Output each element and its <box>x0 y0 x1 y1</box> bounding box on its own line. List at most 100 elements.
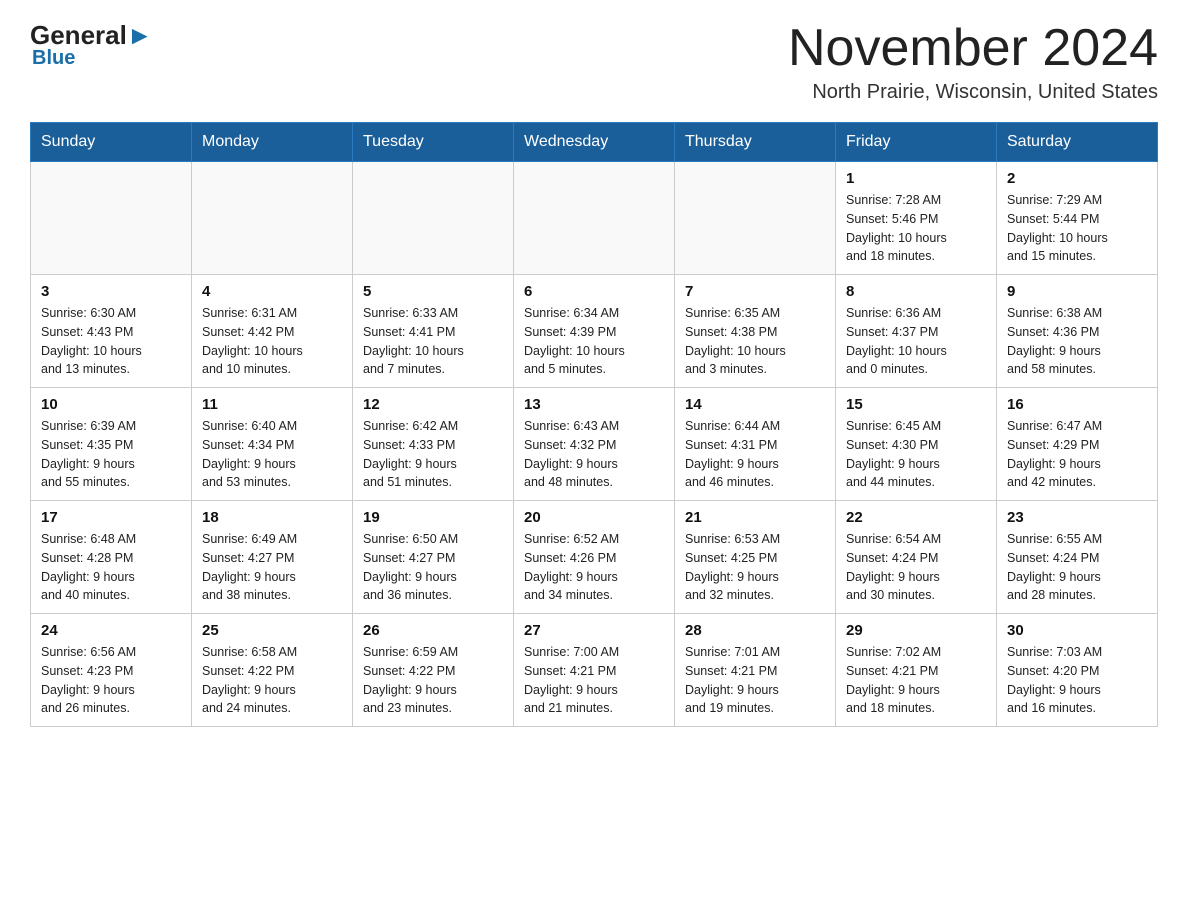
calendar-cell: 24Sunrise: 6:56 AMSunset: 4:23 PMDayligh… <box>31 614 192 727</box>
day-number: 21 <box>685 509 825 526</box>
day-number: 20 <box>524 509 664 526</box>
day-info: Sunrise: 6:43 AMSunset: 4:32 PMDaylight:… <box>524 417 664 492</box>
calendar-cell: 1Sunrise: 7:28 AMSunset: 5:46 PMDaylight… <box>836 162 997 275</box>
calendar-cell: 4 Sunrise: 6:31 AMSunset: 4:42 PMDaylight… <box>192 275 353 388</box>
day-number: 27 <box>524 622 664 639</box>
calendar-cell: 23Sunrise: 6:55 AMSunset: 4:24 PMDayligh… <box>997 501 1158 614</box>
day-number: 18 <box>202 509 342 526</box>
col-header-sunday: Sunday <box>31 123 192 162</box>
col-header-tuesday: Tuesday <box>353 123 514 162</box>
day-number: 5 <box>363 283 503 300</box>
day-number: 6 <box>524 283 664 300</box>
calendar-cell: 12 Sunrise: 6:42 AMSunset: 4:33 PMDayligh… <box>353 388 514 501</box>
day-number: 29 <box>846 622 986 639</box>
col-header-thursday: Thursday <box>675 123 836 162</box>
day-number: 28 <box>685 622 825 639</box>
calendar-week-row: 1Sunrise: 7:28 AMSunset: 5:46 PMDaylight… <box>31 162 1158 275</box>
logo-blue-label: Blue <box>32 47 75 70</box>
day-number: 26 <box>363 622 503 639</box>
day-number: 2 <box>1007 170 1147 187</box>
calendar-cell: 16Sunrise: 6:47 AMSunset: 4:29 PMDayligh… <box>997 388 1158 501</box>
day-info: Sunrise: 6:30 AMSunset: 4:43 PMDaylight:… <box>41 304 181 379</box>
calendar-cell: 17Sunrise: 6:48 AMSunset: 4:28 PMDayligh… <box>31 501 192 614</box>
day-number: 22 <box>846 509 986 526</box>
day-info: Sunrise: 6:36 AMSunset: 4:37 PMDaylight:… <box>846 304 986 379</box>
day-number: 30 <box>1007 622 1147 639</box>
title-block: November 2024 North Prairie, Wisconsin, … <box>788 20 1158 104</box>
calendar-cell: 7 Sunrise: 6:35 AMSunset: 4:38 PMDaylight… <box>675 275 836 388</box>
calendar-week-row: 10 Sunrise: 6:39 AMSunset: 4:35 PMDayligh… <box>31 388 1158 501</box>
calendar-cell: 15 Sunrise: 6:45 AMSunset: 4:30 PMDayligh… <box>836 388 997 501</box>
day-number: 15 <box>846 396 986 413</box>
calendar-cell: 18Sunrise: 6:49 AMSunset: 4:27 PMDayligh… <box>192 501 353 614</box>
calendar-cell: 29 Sunrise: 7:02 AMSunset: 4:21 PMDayligh… <box>836 614 997 727</box>
calendar-cell: 22Sunrise: 6:54 AMSunset: 4:24 PMDayligh… <box>836 501 997 614</box>
calendar-header-row: SundayMondayTuesdayWednesdayThursdayFrid… <box>31 123 1158 162</box>
day-number: 14 <box>685 396 825 413</box>
day-info: Sunrise: 6:34 AMSunset: 4:39 PMDaylight:… <box>524 304 664 379</box>
calendar-cell: 13 Sunrise: 6:43 AMSunset: 4:32 PMDayligh… <box>514 388 675 501</box>
day-info: Sunrise: 6:59 AMSunset: 4:22 PMDaylight:… <box>363 643 503 718</box>
day-info: Sunrise: 6:33 AMSunset: 4:41 PMDaylight:… <box>363 304 503 379</box>
col-header-saturday: Saturday <box>997 123 1158 162</box>
calendar-cell: 21 Sunrise: 6:53 AMSunset: 4:25 PMDayligh… <box>675 501 836 614</box>
calendar-cell <box>514 162 675 275</box>
day-number: 4 <box>202 283 342 300</box>
col-header-friday: Friday <box>836 123 997 162</box>
calendar-cell <box>192 162 353 275</box>
day-info: Sunrise: 6:53 AMSunset: 4:25 PMDaylight:… <box>685 530 825 605</box>
calendar-cell <box>675 162 836 275</box>
day-number: 13 <box>524 396 664 413</box>
day-number: 25 <box>202 622 342 639</box>
day-info: Sunrise: 7:00 AMSunset: 4:21 PMDaylight:… <box>524 643 664 718</box>
day-info: Sunrise: 6:56 AMSunset: 4:23 PMDaylight:… <box>41 643 181 718</box>
location-subtitle: North Prairie, Wisconsin, United States <box>788 81 1158 104</box>
calendar-cell: 9 Sunrise: 6:38 AMSunset: 4:36 PMDaylight… <box>997 275 1158 388</box>
calendar-cell: 30 Sunrise: 7:03 AMSunset: 4:20 PMDayligh… <box>997 614 1158 727</box>
calendar-cell: 5 Sunrise: 6:33 AMSunset: 4:41 PMDaylight… <box>353 275 514 388</box>
day-info: Sunrise: 6:35 AMSunset: 4:38 PMDaylight:… <box>685 304 825 379</box>
day-info: Sunrise: 6:42 AMSunset: 4:33 PMDaylight:… <box>363 417 503 492</box>
calendar-cell: 20 Sunrise: 6:52 AMSunset: 4:26 PMDayligh… <box>514 501 675 614</box>
calendar-cell: 28 Sunrise: 7:01 AMSunset: 4:21 PMDayligh… <box>675 614 836 727</box>
day-info: Sunrise: 6:58 AMSunset: 4:22 PMDaylight:… <box>202 643 342 718</box>
page-header: General ► Blue November 2024 North Prair… <box>30 20 1158 104</box>
month-title: November 2024 <box>788 20 1158 77</box>
logo: General ► Blue <box>30 20 153 70</box>
day-info: Sunrise: 7:03 AMSunset: 4:20 PMDaylight:… <box>1007 643 1147 718</box>
calendar-week-row: 24Sunrise: 6:56 AMSunset: 4:23 PMDayligh… <box>31 614 1158 727</box>
calendar-cell <box>31 162 192 275</box>
calendar-cell: 27 Sunrise: 7:00 AMSunset: 4:21 PMDayligh… <box>514 614 675 727</box>
day-info: Sunrise: 6:48 AMSunset: 4:28 PMDaylight:… <box>41 530 181 605</box>
logo-blue-text: ► <box>127 20 153 51</box>
day-number: 7 <box>685 283 825 300</box>
calendar-cell: 8Sunrise: 6:36 AMSunset: 4:37 PMDaylight… <box>836 275 997 388</box>
day-number: 19 <box>363 509 503 526</box>
day-info: Sunrise: 6:31 AMSunset: 4:42 PMDaylight:… <box>202 304 342 379</box>
col-header-monday: Monday <box>192 123 353 162</box>
day-info: Sunrise: 6:52 AMSunset: 4:26 PMDaylight:… <box>524 530 664 605</box>
day-info: Sunrise: 6:38 AMSunset: 4:36 PMDaylight:… <box>1007 304 1147 379</box>
day-info: Sunrise: 6:55 AMSunset: 4:24 PMDaylight:… <box>1007 530 1147 605</box>
day-number: 12 <box>363 396 503 413</box>
day-info: Sunrise: 6:50 AMSunset: 4:27 PMDaylight:… <box>363 530 503 605</box>
day-info: Sunrise: 6:40 AMSunset: 4:34 PMDaylight:… <box>202 417 342 492</box>
day-number: 9 <box>1007 283 1147 300</box>
day-info: Sunrise: 7:02 AMSunset: 4:21 PMDaylight:… <box>846 643 986 718</box>
day-number: 10 <box>41 396 181 413</box>
day-info: Sunrise: 6:39 AMSunset: 4:35 PMDaylight:… <box>41 417 181 492</box>
calendar-cell: 26 Sunrise: 6:59 AMSunset: 4:22 PMDayligh… <box>353 614 514 727</box>
calendar-cell: 14Sunrise: 6:44 AMSunset: 4:31 PMDayligh… <box>675 388 836 501</box>
calendar-cell: 6 Sunrise: 6:34 AMSunset: 4:39 PMDaylight… <box>514 275 675 388</box>
day-info: Sunrise: 7:29 AMSunset: 5:44 PMDaylight:… <box>1007 191 1147 266</box>
calendar-week-row: 3Sunrise: 6:30 AMSunset: 4:43 PMDaylight… <box>31 275 1158 388</box>
calendar-week-row: 17Sunrise: 6:48 AMSunset: 4:28 PMDayligh… <box>31 501 1158 614</box>
day-info: Sunrise: 6:45 AMSunset: 4:30 PMDaylight:… <box>846 417 986 492</box>
calendar-cell: 3Sunrise: 6:30 AMSunset: 4:43 PMDaylight… <box>31 275 192 388</box>
day-info: Sunrise: 7:01 AMSunset: 4:21 PMDaylight:… <box>685 643 825 718</box>
col-header-wednesday: Wednesday <box>514 123 675 162</box>
calendar-cell: 25 Sunrise: 6:58 AMSunset: 4:22 PMDayligh… <box>192 614 353 727</box>
calendar-cell <box>353 162 514 275</box>
day-number: 11 <box>202 396 342 413</box>
day-info: Sunrise: 6:47 AMSunset: 4:29 PMDaylight:… <box>1007 417 1147 492</box>
